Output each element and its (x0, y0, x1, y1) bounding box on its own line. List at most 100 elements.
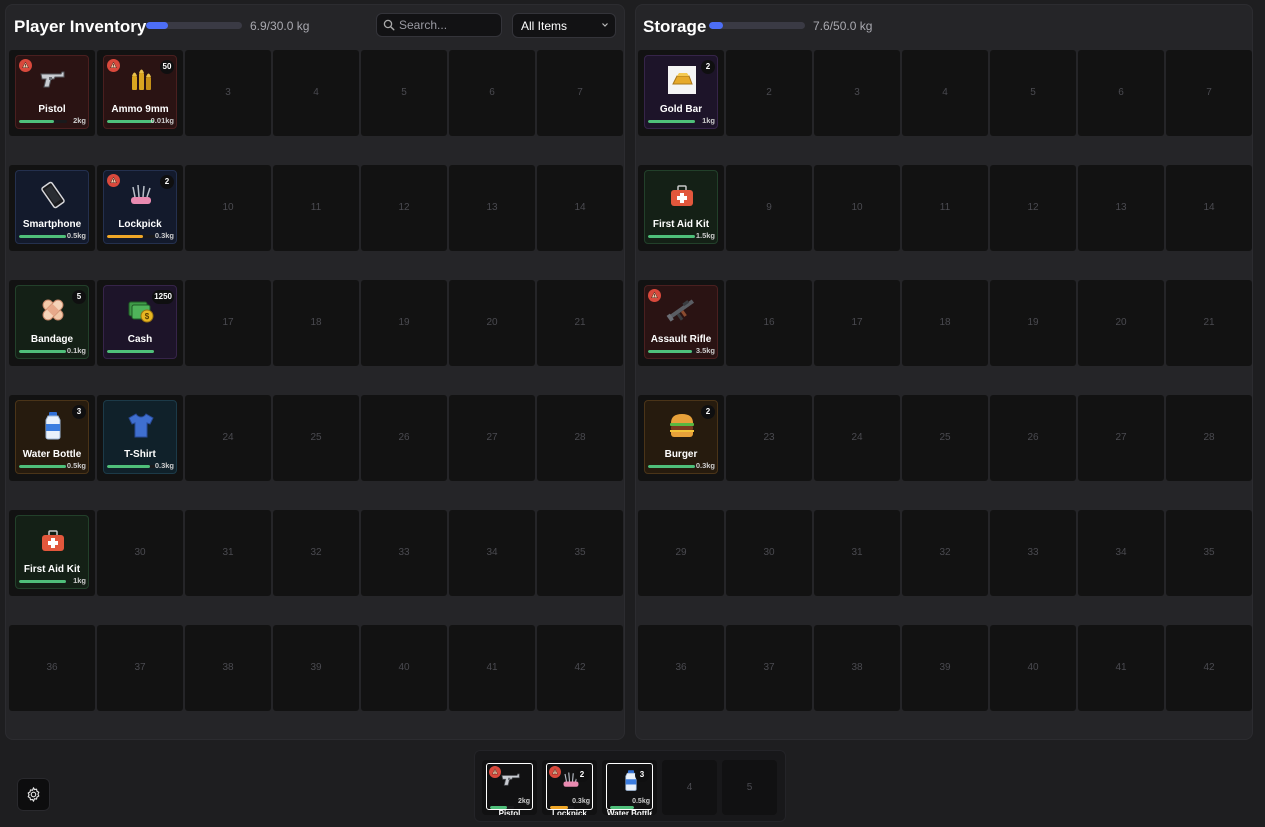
inventory-slot[interactable]: 3 (814, 50, 900, 136)
settings-button[interactable] (17, 778, 50, 811)
item-cash[interactable]: $1250 Cash (103, 285, 177, 359)
item-water-bottle[interactable]: 3 Water Bottle 0.5kg (15, 400, 89, 474)
inventory-slot[interactable]: Smartphone 0.5kg (9, 165, 95, 251)
item-lockpick[interactable]: 2 Lockpick 0.3kg (546, 763, 593, 815)
inventory-slot[interactable]: 3 Water Bottle 0.5kg (9, 395, 95, 481)
inventory-slot[interactable]: 21 (537, 280, 623, 366)
inventory-slot[interactable]: 24 (185, 395, 271, 481)
inventory-slot[interactable]: 41 (1078, 625, 1164, 711)
item-pistol[interactable]: Pistol 2kg (486, 763, 533, 815)
inventory-slot[interactable]: First Aid Kit 1.5kg (638, 165, 724, 251)
inventory-slot[interactable]: 33 (990, 510, 1076, 596)
inventory-slot[interactable]: 37 (726, 625, 812, 711)
search-box[interactable] (376, 13, 502, 37)
inventory-slot[interactable]: 42 (1166, 625, 1252, 711)
inventory-slot[interactable]: 39 (902, 625, 988, 711)
inventory-slot[interactable]: 26 (990, 395, 1076, 481)
item-lockpick[interactable]: 2 Lockpick 0.3kg (103, 170, 177, 244)
item-ammo-9mm[interactable]: 50 Ammo 9mm 0.01kg (103, 55, 177, 129)
item-bandage[interactable]: 5 Bandage 0.1kg (15, 285, 89, 359)
item-smartphone[interactable]: Smartphone 0.5kg (15, 170, 89, 244)
inventory-slot[interactable]: 35 (537, 510, 623, 596)
inventory-slot[interactable]: 13 (449, 165, 535, 251)
inventory-slot[interactable]: 26 (361, 395, 447, 481)
inventory-slot[interactable]: 9 (726, 165, 812, 251)
inventory-slot[interactable]: 18 (273, 280, 359, 366)
inventory-slot[interactable]: 14 (537, 165, 623, 251)
inventory-slot[interactable]: 4 (273, 50, 359, 136)
inventory-slot[interactable]: 23 (726, 395, 812, 481)
inventory-slot[interactable]: 18 (902, 280, 988, 366)
inventory-slot[interactable]: 14 (1166, 165, 1252, 251)
inventory-slot[interactable]: 10 (814, 165, 900, 251)
inventory-slot[interactable]: 38 (185, 625, 271, 711)
inventory-slot[interactable]: First Aid Kit 1kg (9, 510, 95, 596)
inventory-slot[interactable]: 37 (97, 625, 183, 711)
inventory-slot[interactable]: 40 (990, 625, 1076, 711)
inventory-slot[interactable]: 12 (361, 165, 447, 251)
inventory-slot[interactable]: 11 (902, 165, 988, 251)
inventory-slot[interactable]: 11 (273, 165, 359, 251)
item-filter-select[interactable]: All Items (512, 13, 616, 38)
inventory-slot[interactable]: 5 (990, 50, 1076, 136)
inventory-slot[interactable]: 21 (1166, 280, 1252, 366)
inventory-slot[interactable]: 12 (990, 165, 1076, 251)
inventory-slot[interactable]: 17 (185, 280, 271, 366)
inventory-slot[interactable]: 50 Ammo 9mm 0.01kg (97, 50, 183, 136)
inventory-slot[interactable]: 30 (726, 510, 812, 596)
inventory-slot[interactable]: 7 (1166, 50, 1252, 136)
inventory-slot[interactable]: 16 (726, 280, 812, 366)
inventory-slot[interactable]: T-Shirt 0.3kg (97, 395, 183, 481)
inventory-slot[interactable]: 31 (185, 510, 271, 596)
inventory-slot[interactable]: 42 (537, 625, 623, 711)
inventory-slot[interactable]: 28 (1166, 395, 1252, 481)
inventory-slot[interactable]: 25 (273, 395, 359, 481)
hotbar-slot[interactable]: Pistol 2kg (482, 760, 537, 815)
item-burger[interactable]: 2 Burger 0.3kg (644, 400, 718, 474)
inventory-slot[interactable]: 40 (361, 625, 447, 711)
inventory-slot[interactable]: 29 (638, 510, 724, 596)
item-pistol[interactable]: Pistol 2kg (15, 55, 89, 129)
inventory-slot[interactable]: 31 (814, 510, 900, 596)
inventory-slot[interactable]: 39 (273, 625, 359, 711)
hotbar-slot[interactable]: 5 (722, 760, 777, 815)
inventory-slot[interactable]: $1250 Cash (97, 280, 183, 366)
inventory-slot[interactable]: 2 Gold Bar 1kg (638, 50, 724, 136)
inventory-slot[interactable]: 19 (990, 280, 1076, 366)
item-first-aid-kit[interactable]: First Aid Kit 1.5kg (644, 170, 718, 244)
inventory-slot[interactable]: 34 (1078, 510, 1164, 596)
inventory-slot[interactable]: 20 (1078, 280, 1164, 366)
inventory-slot[interactable]: 3 (185, 50, 271, 136)
hotbar-slot[interactable]: 3 Water Bottle 0.5kg (602, 760, 657, 815)
inventory-slot[interactable]: 38 (814, 625, 900, 711)
inventory-slot[interactable]: 20 (449, 280, 535, 366)
inventory-slot[interactable]: 27 (1078, 395, 1164, 481)
item-gold-bar[interactable]: 2 Gold Bar 1kg (644, 55, 718, 129)
inventory-slot[interactable]: Assault Rifle 3.5kg (638, 280, 724, 366)
inventory-slot[interactable]: 13 (1078, 165, 1164, 251)
inventory-slot[interactable]: Pistol 2kg (9, 50, 95, 136)
hotbar-slot[interactable]: 2 Lockpick 0.3kg (542, 760, 597, 815)
inventory-slot[interactable]: 2 Burger 0.3kg (638, 395, 724, 481)
inventory-slot[interactable]: 6 (1078, 50, 1164, 136)
inventory-slot[interactable]: 5 Bandage 0.1kg (9, 280, 95, 366)
inventory-slot[interactable]: 2 (726, 50, 812, 136)
search-input[interactable] (399, 15, 497, 35)
inventory-slot[interactable]: 32 (902, 510, 988, 596)
inventory-slot[interactable]: 7 (537, 50, 623, 136)
inventory-slot[interactable]: 6 (449, 50, 535, 136)
item-t-shirt[interactable]: T-Shirt 0.3kg (103, 400, 177, 474)
inventory-slot[interactable]: 36 (638, 625, 724, 711)
inventory-slot[interactable]: 17 (814, 280, 900, 366)
inventory-slot[interactable]: 24 (814, 395, 900, 481)
inventory-slot[interactable]: 33 (361, 510, 447, 596)
inventory-slot[interactable]: 32 (273, 510, 359, 596)
inventory-slot[interactable]: 41 (449, 625, 535, 711)
inventory-slot[interactable]: 5 (361, 50, 447, 136)
inventory-slot[interactable]: 36 (9, 625, 95, 711)
inventory-slot[interactable]: 35 (1166, 510, 1252, 596)
inventory-slot[interactable]: 27 (449, 395, 535, 481)
inventory-slot[interactable]: 25 (902, 395, 988, 481)
inventory-slot[interactable]: 30 (97, 510, 183, 596)
inventory-slot[interactable]: 19 (361, 280, 447, 366)
